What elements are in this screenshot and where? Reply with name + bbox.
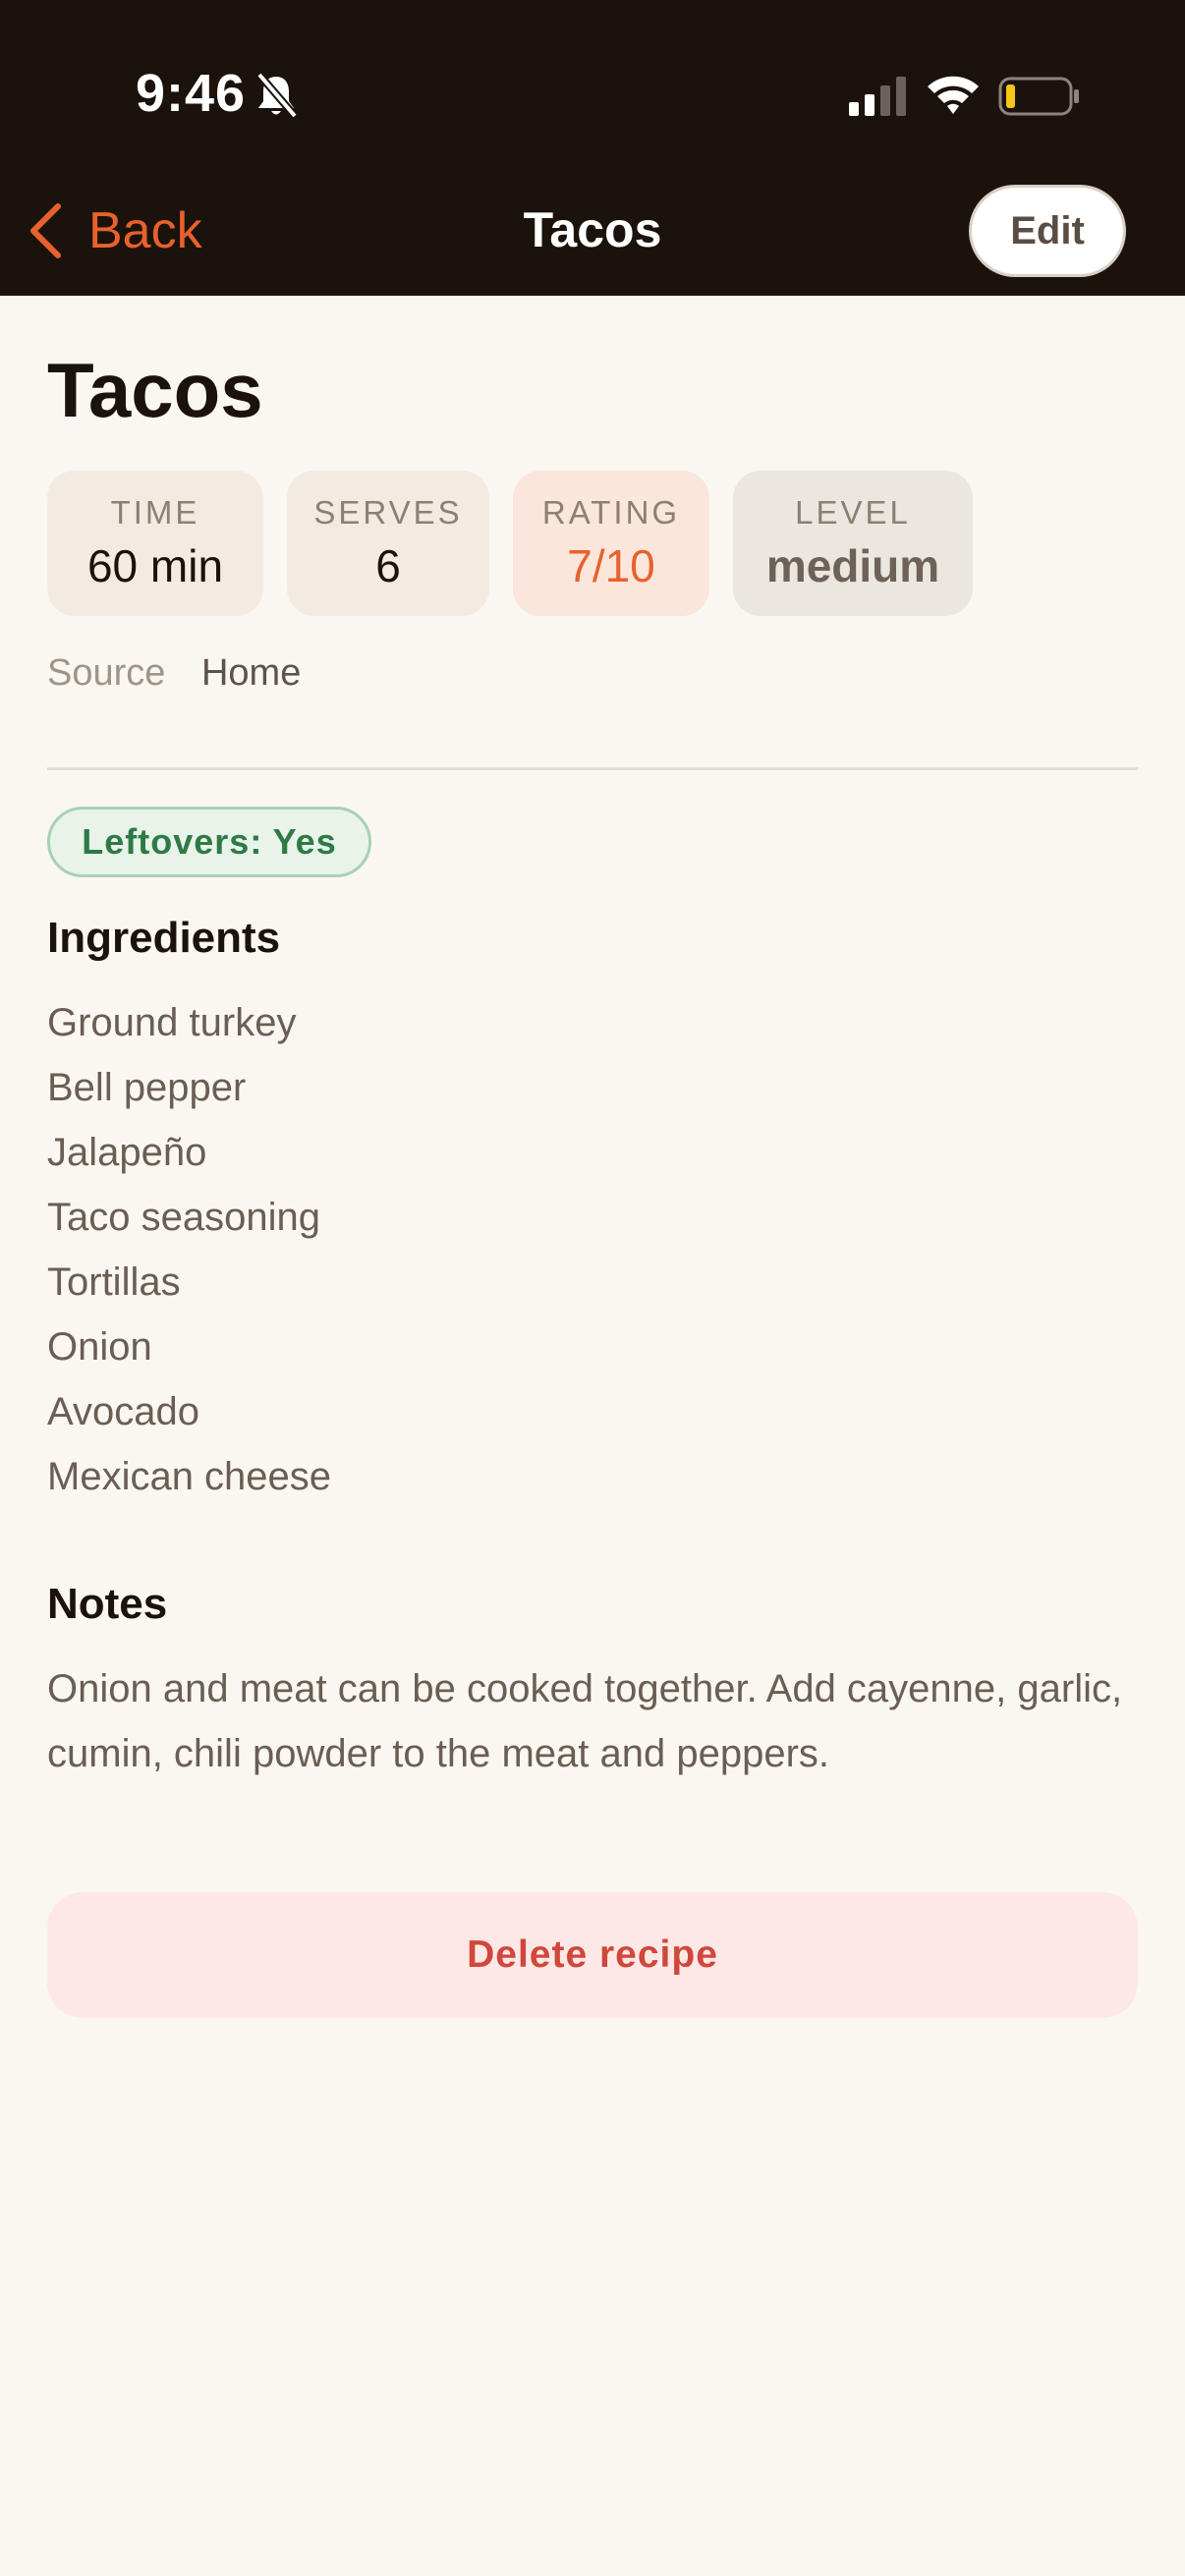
ingredient-item: Taco seasoning: [47, 1196, 320, 1239]
stat-rating-value: 7/10: [567, 540, 655, 591]
stat-time: TIME 60 min: [47, 471, 263, 616]
ingredient-item: Jalapeño: [47, 1131, 207, 1174]
ingredient-item: Onion: [47, 1325, 152, 1369]
cellular-signal-icon: [849, 77, 906, 116]
ingredient-item: Ground turkey: [47, 1001, 297, 1044]
edit-button[interactable]: Edit: [969, 185, 1126, 277]
ingredient-item: Avocado: [47, 1390, 199, 1433]
status-time: 9:46: [136, 64, 247, 123]
stat-time-value: 60 min: [86, 540, 224, 591]
ingredient-item: Tortillas: [47, 1260, 181, 1304]
notes-text: Onion and meat can be cooked together. A…: [47, 1667, 1123, 1775]
recipe-title: Tacos: [47, 347, 263, 433]
ingredient-item: Bell pepper: [47, 1066, 247, 1109]
delete-recipe-button[interactable]: Delete recipe: [47, 1892, 1138, 2018]
source-value: Home: [200, 652, 302, 694]
bell-muted-icon: [255, 72, 299, 119]
leftovers-badge: Leftovers: Yes: [47, 807, 371, 877]
notes-title: Notes: [47, 1580, 168, 1628]
header: 9:46 Back Tacos Edit: [0, 0, 1185, 296]
source-row: Source Home: [47, 652, 301, 695]
stat-rating-label: RATING: [541, 494, 681, 531]
stat-serves: SERVES 6: [287, 471, 489, 616]
stat-level-value: medium: [765, 540, 940, 591]
source-label: Source: [47, 652, 166, 694]
stat-serves-value: 6: [375, 540, 401, 591]
wifi-icon: [928, 76, 979, 114]
stat-serves-label: SERVES: [313, 494, 463, 531]
stat-level: LEVEL medium: [733, 471, 973, 616]
ingredients-title: Ingredients: [47, 914, 281, 962]
battery-low-icon: [998, 77, 1079, 116]
stat-time-label: TIME: [110, 494, 200, 531]
stat-rating: RATING 7/10: [513, 471, 709, 616]
stat-level-label: LEVEL: [795, 494, 911, 531]
ingredients-list: Ground turkey Bell pepper Jalapeño Taco …: [47, 995, 331, 1514]
ingredient-item: Mexican cheese: [47, 1455, 332, 1498]
divider: [47, 767, 1138, 770]
